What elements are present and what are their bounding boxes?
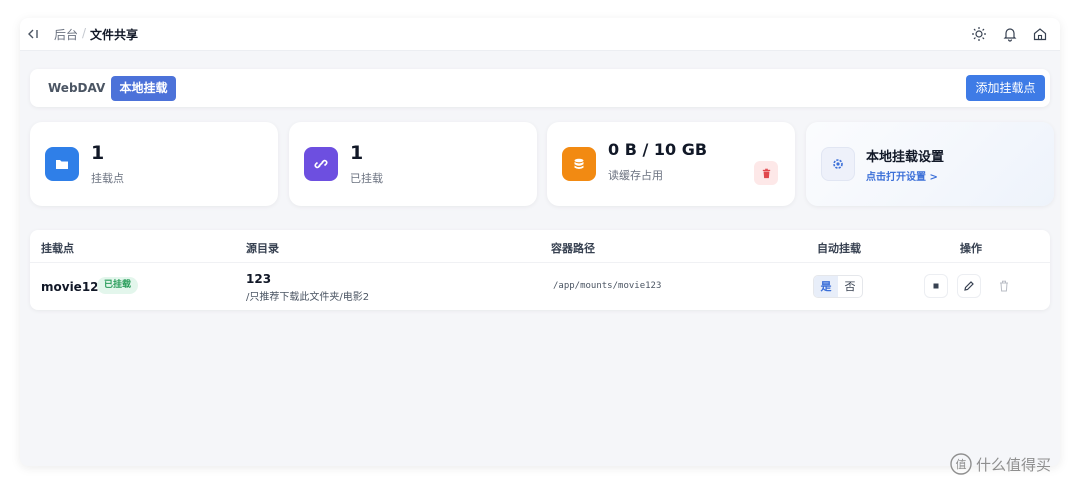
svg-text:值: 值 [956, 458, 967, 471]
col-mount-point: 挂载点 [41, 242, 74, 255]
container-path: /app/mounts/movie123 [553, 281, 662, 291]
trash-icon [762, 168, 770, 178]
top-bar: 后台 / 文件共享 [20, 18, 1060, 51]
source-name: 123 [246, 272, 272, 286]
mounts-table: 挂载点 源目录 容器路径 自动挂载 操作 movie123 已挂载 123 /只… [30, 230, 1050, 310]
cache-usage-label: 读缓存占用 [608, 169, 663, 182]
gear-icon [821, 147, 855, 181]
col-source-dir: 源目录 [246, 242, 279, 255]
col-auto-mount: 自动挂载 [817, 242, 861, 255]
col-actions: 操作 [960, 242, 982, 255]
auto-mount-toggle: 是 否 [813, 275, 863, 298]
settings-title: 本地挂载设置 [866, 150, 945, 165]
open-settings-link[interactable]: 点击打开设置 > [866, 168, 938, 183]
database-icon [562, 147, 596, 181]
link-icon [304, 147, 338, 181]
mounted-label: 已挂载 [350, 172, 383, 185]
tab-local-mount[interactable]: 本地挂载 [111, 76, 176, 101]
watermark-text: 什么值得买 [976, 455, 1052, 474]
mount-points-count: 1 [91, 142, 105, 164]
auto-mount-yes[interactable]: 是 [814, 276, 838, 297]
stat-card-mounted: 1 已挂载 [289, 122, 537, 206]
delete-mount-button[interactable] [992, 274, 1016, 298]
clear-cache-button[interactable] [754, 161, 778, 185]
stat-card-cache: 0 B / 10 GB 读缓存占用 [547, 122, 795, 206]
table-header: 挂载点 源目录 容器路径 自动挂载 操作 [30, 230, 1050, 263]
watermark: 值 什么值得买 [950, 452, 1051, 476]
edit-mount-button[interactable] [957, 274, 981, 298]
stop-icon [933, 283, 939, 289]
col-container-path: 容器路径 [551, 242, 595, 255]
watermark-logo-icon: 值 [950, 453, 972, 475]
tab-webdav[interactable]: WebDAV [46, 77, 107, 101]
app-window: 后台 / 文件共享 WebDAV 本地挂载 添加挂载点 1 挂载点 1 已挂载 [20, 18, 1060, 466]
mounted-count: 1 [350, 142, 364, 164]
theme-sun-icon[interactable] [971, 26, 987, 42]
stop-mount-button[interactable] [924, 274, 948, 298]
auto-mount-no[interactable]: 否 [838, 276, 862, 297]
breadcrumb-parent[interactable]: 后台 [54, 26, 78, 43]
source-path: /只推荐下载此文件夹/电影2 [246, 292, 370, 303]
add-mount-point-button[interactable]: 添加挂载点 [966, 75, 1045, 101]
mount-tabs-bar: WebDAV 本地挂载 添加挂载点 [30, 69, 1050, 107]
trash-icon [1000, 280, 1008, 292]
cache-usage-value: 0 B / 10 GB [608, 140, 708, 159]
bell-icon[interactable] [1002, 26, 1018, 42]
stat-card-mount-points: 1 挂载点 [30, 122, 278, 206]
status-badge: 已挂载 [97, 277, 139, 294]
home-icon[interactable] [1032, 26, 1048, 42]
pencil-icon [964, 281, 974, 291]
collapse-sidebar-icon[interactable] [26, 26, 42, 42]
folder-icon [45, 147, 79, 181]
page-title: 文件共享 [90, 28, 139, 42]
breadcrumb-separator: / [82, 26, 87, 40]
local-mount-settings-card[interactable]: 本地挂载设置 点击打开设置 > [806, 122, 1054, 206]
mount-points-label: 挂载点 [91, 172, 124, 185]
